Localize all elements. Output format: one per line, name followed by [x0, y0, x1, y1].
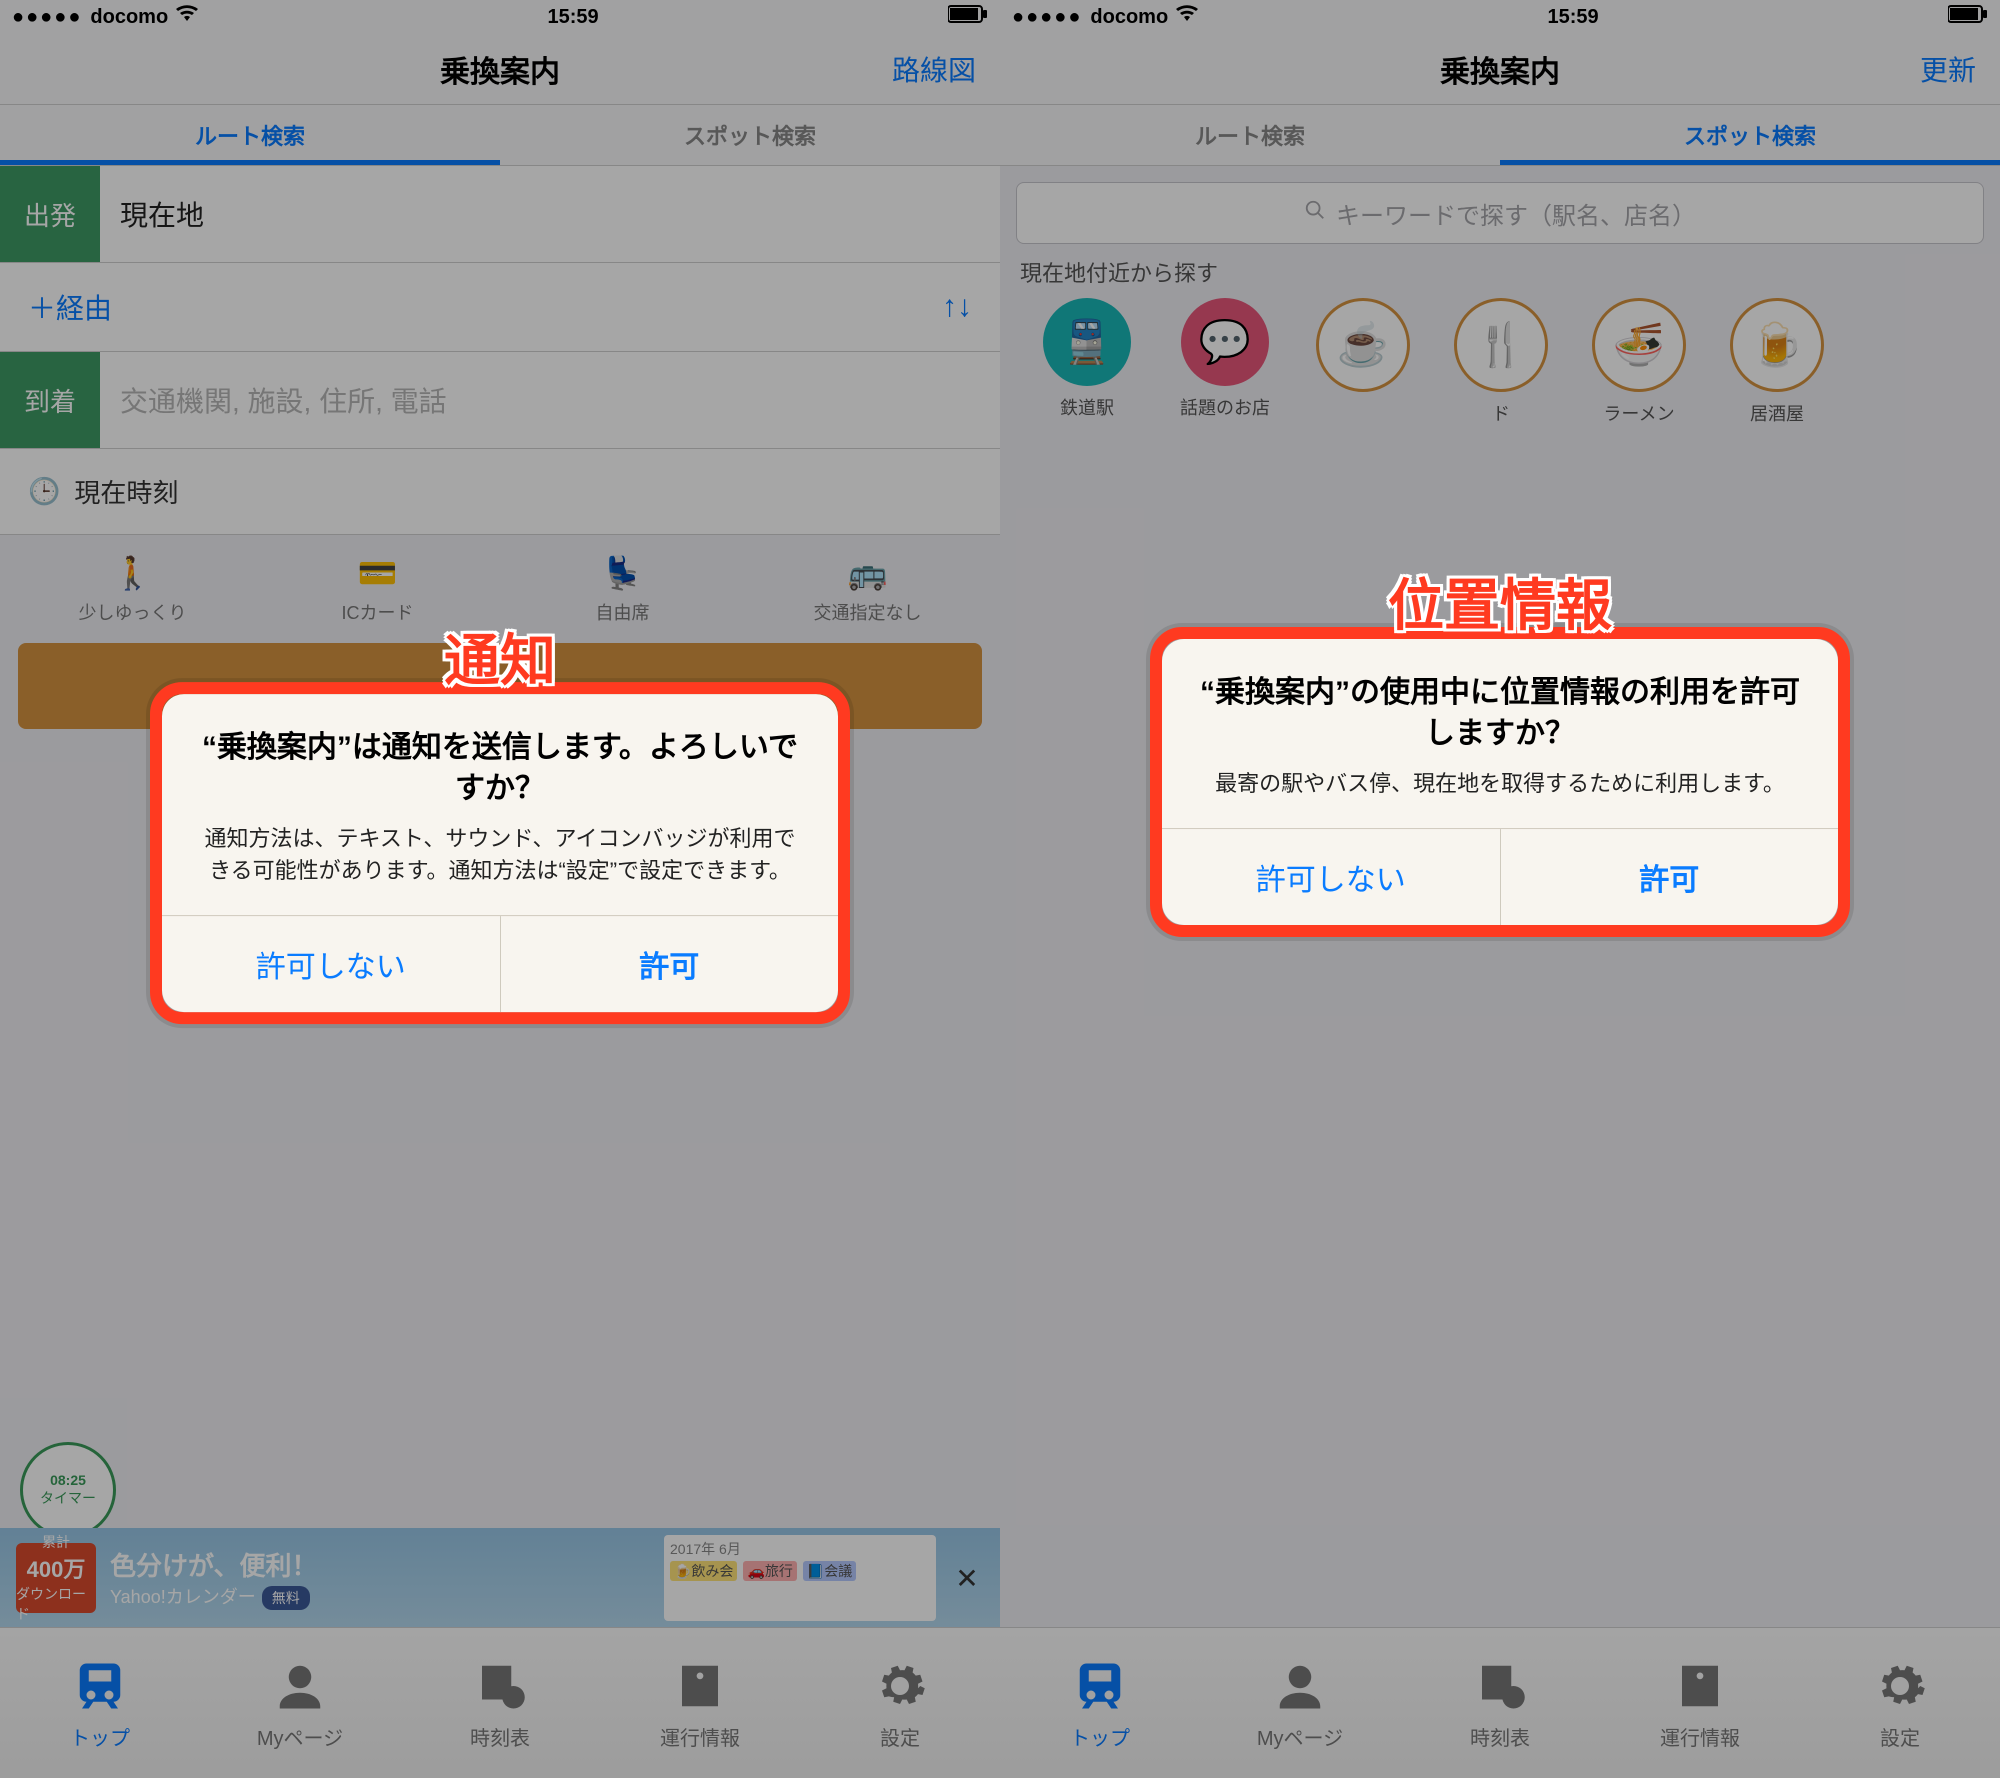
ios-alert: “乗換案内”は通知を送信します。よろしいですか？ 通知方法は、テキスト、サウンド… — [162, 695, 838, 1013]
alert-allow-button[interactable]: 許可 — [1500, 829, 1839, 925]
alert-message: 最寄の駅やバス停、現在地を取得するために利用します。 — [1196, 768, 1804, 800]
phone-right: ●●●●● docomo 15:59 乗換案内 更新 ルート検索 スポット検索 — [1000, 0, 2000, 1778]
annotation-highlight-box: “乗換案内”の使用中に位置情報の利用を許可しますか？ 最寄の駅やバス停、現在地を… — [1150, 627, 1850, 937]
alert-title: “乗換案内”の使用中に位置情報の利用を許可しますか？ — [1196, 673, 1804, 754]
annotation-label: 通知 — [444, 617, 556, 698]
alert-message: 通知方法は、テキスト、サウンド、アイコンバッジが利用できる可能性があります。通知… — [196, 824, 804, 888]
alert-deny-button[interactable]: 許可しない — [1162, 829, 1500, 925]
phone-left: ●●●●● docomo 15:59 乗換案内 路線図 ルート検索 スポット検索… — [0, 0, 1000, 1778]
ios-alert: “乗換案内”の使用中に位置情報の利用を許可しますか？ 最寄の駅やバス停、現在地を… — [1162, 639, 1838, 925]
annotation-label: 位置情報 — [1388, 561, 1612, 642]
alert-deny-button[interactable]: 許可しない — [162, 916, 500, 1012]
annotation-highlight-box: “乗換案内”は通知を送信します。よろしいですか？ 通知方法は、テキスト、サウンド… — [150, 683, 850, 1025]
alert-title: “乗換案内”は通知を送信します。よろしいですか？ — [196, 729, 804, 810]
alert-allow-button[interactable]: 許可 — [500, 916, 839, 1012]
permission-alert-notification: 通知 “乗換案内”は通知を送信します。よろしいですか？ 通知方法は、テキスト、サ… — [150, 683, 850, 1025]
permission-alert-location: 位置情報 “乗換案内”の使用中に位置情報の利用を許可しますか？ 最寄の駅やバス停… — [1150, 627, 1850, 937]
